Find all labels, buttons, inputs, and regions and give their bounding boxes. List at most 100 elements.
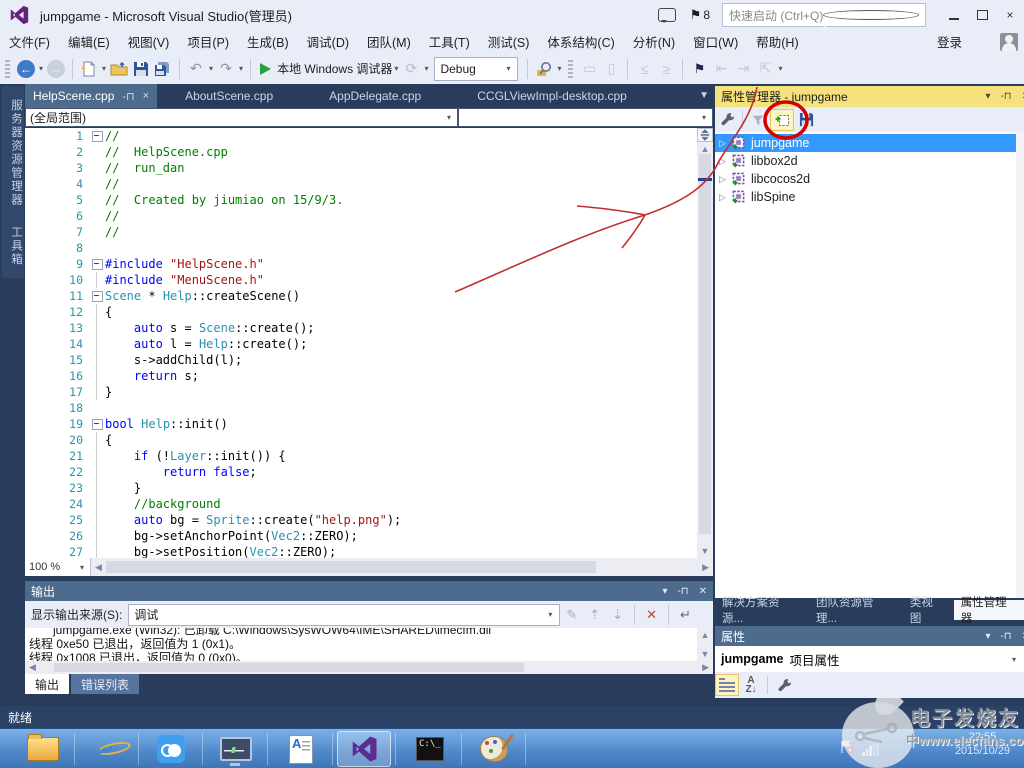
editor-vertical-scrollbar[interactable]: ▲ ▼ [697, 128, 713, 558]
start-debug-label[interactable]: 本地 Windows 调试器 [277, 60, 392, 77]
redo-dropdown-arrow[interactable]: ▾ [239, 64, 243, 73]
prev-message-icon[interactable]: ⇡ [589, 607, 600, 623]
server-explorer-vertical-tab[interactable]: 服务器资源管理器 [2, 86, 24, 220]
menu-item[interactable]: 工具(T) [420, 29, 479, 54]
new-file-dropdown-arrow[interactable]: ▾ [102, 64, 106, 73]
property-pages-wrench-icon[interactable] [772, 674, 796, 696]
collapse-box-icon[interactable] [92, 419, 103, 430]
fold-margin[interactable] [91, 288, 105, 304]
window-position-chevron-icon[interactable]: ▾ [985, 91, 990, 102]
menu-item[interactable]: 体系结构(C) [538, 29, 623, 54]
collapse-box-icon[interactable] [92, 131, 103, 142]
solution-config-combobox[interactable]: Debug ▾ [434, 57, 518, 81]
scroll-up-arrow[interactable]: ▲ [697, 144, 713, 154]
find-message-icon[interactable]: ✎ [566, 607, 577, 623]
document-tab[interactable]: HelpScene.cpp-⊓× [25, 84, 157, 108]
menu-item[interactable]: 生成(B) [238, 29, 298, 54]
comment-button[interactable]: ▭ [578, 57, 600, 81]
fold-margin[interactable] [91, 256, 105, 272]
tree-item[interactable]: ▷libSpine [715, 188, 1016, 206]
taskbar-clock[interactable]: 22:55 2015/10/29 [955, 730, 1010, 758]
close-button[interactable]: × [996, 4, 1024, 26]
expand-arrow-icon[interactable]: ▷ [719, 174, 731, 185]
notifications-flag[interactable]: ⚑ 8 [690, 7, 710, 23]
menu-item[interactable]: 文件(F) [0, 29, 59, 54]
output-horizontal-scrollbar[interactable]: ◀▶ [25, 661, 713, 674]
uncomment-button[interactable]: ▯ [600, 57, 622, 81]
categorized-view-button[interactable] [715, 674, 739, 696]
pin-icon[interactable]: -⊓ [1000, 631, 1011, 642]
hscroll-left-arrow[interactable]: ◀ [91, 562, 106, 573]
tree-item[interactable]: ▷libcocos2d [715, 170, 1016, 188]
output-text-area[interactable]: jumpgame.exe (Win32): 已卸载 C:\Windows\Sys… [25, 628, 697, 661]
network-status-icon[interactable]: * [862, 740, 879, 756]
start-debug-icon[interactable] [260, 63, 271, 75]
undo-button[interactable]: ↶ [185, 57, 207, 81]
add-new-property-sheet-button[interactable] [770, 109, 794, 131]
document-tab[interactable]: CCGLViewImpl-desktop.cpp [449, 84, 655, 108]
taskbar-button-text-editor[interactable] [274, 731, 328, 767]
toolbox-vertical-tab[interactable]: 工具箱 [2, 214, 24, 278]
clear-bookmarks-button[interactable]: ⇱ [754, 57, 776, 81]
navigate-back-button[interactable]: ← [15, 57, 37, 81]
dock-tab[interactable]: 团队资源管理... [809, 600, 900, 620]
menu-item[interactable]: 视图(V) [119, 29, 179, 54]
find-in-files-button[interactable] [533, 57, 555, 81]
expand-arrow-icon[interactable]: ▷ [719, 156, 731, 167]
output-dock-tab[interactable]: 输出 [25, 674, 69, 694]
document-tab[interactable]: AppDelegate.cpp [301, 84, 449, 108]
redo-button[interactable]: ↷ [215, 57, 237, 81]
fold-margin[interactable] [91, 416, 105, 432]
output-vertical-scrollbar[interactable]: ▲ ▼ [697, 628, 713, 661]
close-tab-icon[interactable]: × [143, 90, 149, 102]
taskbar-button-baidu-netdisk[interactable] [144, 731, 198, 767]
menu-item[interactable]: 帮助(H) [747, 29, 807, 54]
splitter-handle[interactable] [697, 128, 713, 142]
refresh-button[interactable]: ⟳ [400, 57, 422, 81]
window-position-chevron-icon[interactable]: ▾ [662, 586, 667, 597]
menu-item[interactable]: 编辑(E) [59, 29, 119, 54]
next-bookmark-button[interactable]: ⇥ [732, 57, 754, 81]
member-dropdown[interactable]: ▾ [458, 108, 713, 127]
fold-margin[interactable] [91, 128, 105, 144]
properties-wrench-icon[interactable] [715, 109, 739, 131]
collapse-box-icon[interactable] [92, 259, 103, 270]
taskbar-button-explorer[interactable] [16, 731, 70, 767]
taskbar-button-visual-studio[interactable] [337, 731, 391, 767]
next-message-icon[interactable]: ⇣ [612, 607, 623, 623]
taskbar-button-performance-monitor[interactable] [209, 731, 263, 767]
pin-icon[interactable]: -⊓ [122, 90, 134, 103]
debug-target-dropdown-arrow[interactable]: ▾ [394, 64, 398, 73]
action-center-flag-icon[interactable] [840, 740, 854, 757]
save-button[interactable] [130, 57, 152, 81]
restore-button[interactable] [968, 4, 996, 26]
menu-item[interactable]: 调试(D) [298, 29, 358, 54]
alphabetical-sort-button[interactable]: AZ↓ [739, 674, 763, 696]
collapse-box-icon[interactable] [92, 291, 103, 302]
output-dock-tab[interactable]: 错误列表 [71, 674, 139, 694]
filter-icon[interactable] [746, 109, 770, 131]
hscroll-right-arrow[interactable]: ▶ [698, 562, 713, 573]
scope-dropdown[interactable]: (全局范围)▾ [25, 108, 458, 127]
new-file-button[interactable] [78, 57, 100, 81]
clear-output-icon[interactable]: ✕ [646, 607, 657, 623]
prev-bookmark-button[interactable]: ⇤ [710, 57, 732, 81]
undo-dropdown-arrow[interactable]: ▾ [209, 64, 213, 73]
code-editor[interactable]: 1//2// HelpScene.cpp3// run_dan4//5// Cr… [25, 128, 697, 558]
tab-overflow-chevron-icon[interactable]: ▼ [699, 90, 709, 101]
increase-indent-button[interactable]: ≥ [655, 57, 677, 81]
menu-item[interactable]: 测试(S) [479, 29, 539, 54]
tree-item[interactable]: ▷libbox2d [715, 152, 1016, 170]
save-property-sheet-icon[interactable] [794, 109, 818, 131]
back-dropdown-arrow[interactable]: ▾ [39, 64, 43, 73]
navigate-forward-button[interactable]: → [45, 57, 67, 81]
scrollbar-thumb[interactable] [699, 154, 711, 534]
menu-item[interactable]: 分析(N) [624, 29, 684, 54]
properties-panel-header[interactable]: 属性 ▾ -⊓ ✕ [715, 626, 1024, 646]
output-source-combobox[interactable]: 调试▾ [128, 604, 560, 626]
user-avatar[interactable] [1000, 33, 1018, 51]
tray-show-hidden-icons[interactable] [820, 14, 830, 25]
minimize-button[interactable] [940, 4, 968, 26]
taskbar-button-paint[interactable] [467, 731, 521, 767]
word-wrap-icon[interactable]: ↵ [680, 607, 691, 623]
